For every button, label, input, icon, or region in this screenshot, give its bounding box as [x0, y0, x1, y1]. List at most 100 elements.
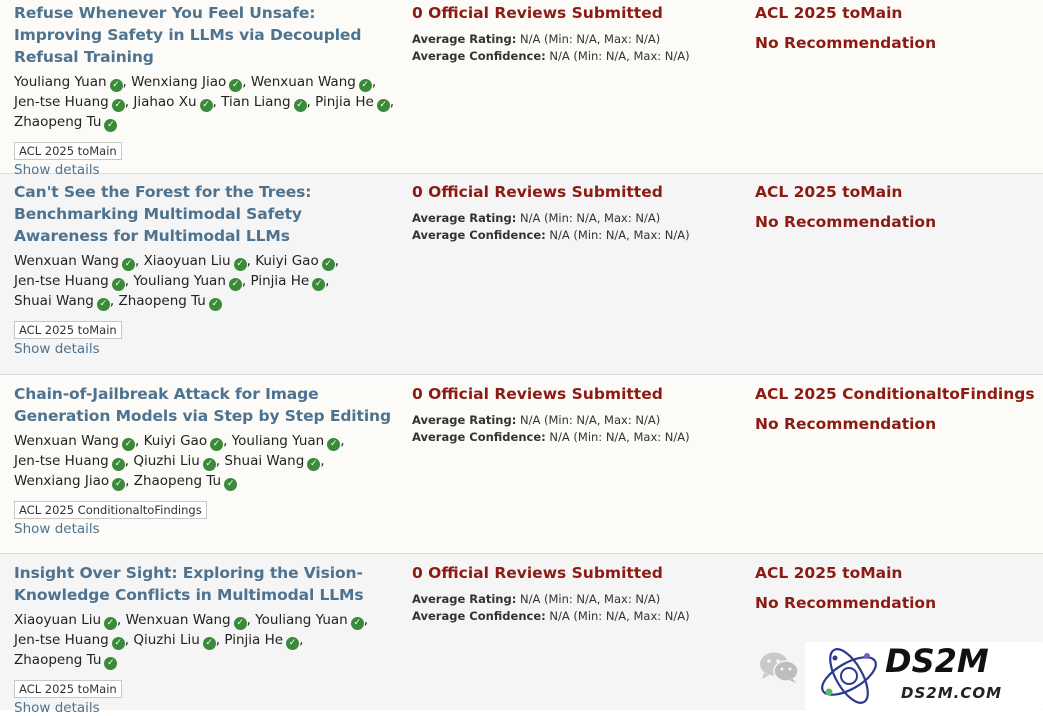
author-link[interactable]: Youliang Yuan ✓: [255, 612, 364, 630]
venue-tag: ACL 2025 ConditionaltoFindings: [14, 501, 207, 519]
verified-check-icon: ✓: [104, 657, 118, 670]
author-name: Wenxuan Wang: [125, 612, 231, 628]
author-name: Shuai Wang: [14, 293, 94, 309]
author-name: Zhaopeng Tu: [118, 293, 206, 309]
verified-check-icon: ✓: [228, 278, 242, 291]
show-details-link[interactable]: Show details: [14, 341, 399, 357]
author-link[interactable]: Zhaopeng Tu ✓: [14, 114, 118, 132]
author-name: Youliang Yuan: [231, 433, 325, 449]
author-link[interactable]: Wenxuan Wang ✓: [14, 253, 135, 271]
author-link[interactable]: Wenxiang Jiao ✓: [131, 74, 243, 92]
author-link[interactable]: Jen-tse Huang ✓: [14, 273, 125, 291]
author-link[interactable]: Zhaopeng Tu ✓: [133, 473, 238, 491]
author-link[interactable]: Shuai Wang ✓: [224, 453, 321, 471]
review-stats: Average Rating: N/A (Min: N/A, Max: N/A)…: [412, 210, 742, 244]
confidence-label: Average Confidence:: [412, 430, 546, 444]
verified-check-icon: ✓: [96, 298, 110, 311]
author-link[interactable]: Qiuzhi Liu ✓: [133, 453, 216, 471]
venue-decision: ACL 2025 toMain: [755, 564, 903, 582]
author-link[interactable]: Youliang Yuan ✓: [231, 433, 341, 451]
verified-check-icon: ✓: [121, 258, 135, 271]
author-name: Tian Liang: [221, 94, 291, 110]
paper-row: Refuse Whenever You Feel Unsafe: Improvi…: [0, 0, 1043, 178]
author-name: Wenxuan Wang: [250, 74, 356, 90]
author-link[interactable]: Wenxuan Wang ✓: [250, 74, 372, 92]
author-link[interactable]: Wenxuan Wang ✓: [125, 612, 247, 630]
verified-check-icon: ✓: [202, 458, 216, 471]
verified-check-icon: ✓: [293, 99, 307, 112]
verified-check-icon: ✓: [224, 478, 238, 491]
ds2m-logo: DS2M DS2M.COM: [821, 642, 1001, 704]
verified-check-icon: ✓: [104, 617, 118, 630]
show-details-link[interactable]: Show details: [14, 700, 399, 716]
wechat-icon: [760, 652, 799, 683]
author-name: Qiuzhi Liu: [133, 632, 200, 648]
review-stats: Average Rating: N/A (Min: N/A, Max: N/A)…: [412, 412, 742, 446]
author-link[interactable]: Jiahao Xu ✓: [133, 94, 213, 112]
verified-check-icon: ✓: [104, 119, 118, 132]
author-link[interactable]: Tian Liang ✓: [221, 94, 307, 112]
author-name: Jen-tse Huang: [14, 632, 109, 648]
verified-check-icon: ✓: [111, 458, 125, 471]
author-link[interactable]: Shuai Wang ✓: [14, 293, 110, 311]
venue-tag: ACL 2025 toMain: [14, 142, 122, 160]
author-name: Youliang Yuan: [14, 74, 107, 90]
author-link[interactable]: Pinjia He ✓: [315, 94, 390, 112]
rating-value: N/A (Min: N/A, Max: N/A): [519, 592, 661, 606]
author-link[interactable]: Youliang Yuan ✓: [14, 74, 123, 92]
ds2m-watermark: DS2M DS2M.COM: [805, 642, 1043, 710]
author-link[interactable]: Youliang Yuan ✓: [133, 273, 242, 291]
author-link[interactable]: Xiaoyuan Liu ✓: [144, 253, 247, 271]
author-list: Youliang Yuan ✓, Wenxiang Jiao ✓, Wenxuan …: [14, 74, 395, 132]
venue-tag: ACL 2025 toMain: [14, 321, 122, 339]
author-link[interactable]: Jen-tse Huang ✓: [14, 94, 125, 112]
author-link[interactable]: Kuiyi Gao ✓: [144, 433, 224, 451]
author-name: Pinjia He: [224, 632, 284, 648]
reviews-count: 0 Official Reviews Submitted: [412, 385, 663, 403]
confidence-value: N/A (Min: N/A, Max: N/A): [549, 228, 690, 242]
paper-title-link[interactable]: Can't See the Forest for the Trees: Benc…: [14, 181, 399, 247]
author-link[interactable]: Zhaopeng Tu ✓: [14, 652, 118, 670]
author-list: Xiaoyuan Liu ✓, Wenxuan Wang ✓, Youliang Y…: [14, 612, 369, 670]
verified-check-icon: ✓: [199, 99, 213, 112]
author-name: Wenxiang Jiao: [14, 473, 110, 489]
author-list: Wenxuan Wang ✓, Xiaoyuan Liu ✓, Kuiyi Gao ✓…: [14, 253, 339, 311]
rating-label: Average Rating:: [412, 413, 517, 427]
reviews-count: 0 Official Reviews Submitted: [412, 564, 663, 582]
author-name: Jen-tse Huang: [14, 273, 109, 289]
rating-label: Average Rating:: [412, 32, 517, 46]
author-name: Shuai Wang: [224, 453, 305, 469]
show-details-link[interactable]: Show details: [14, 521, 399, 537]
verified-check-icon: ✓: [112, 478, 126, 491]
paper-row: Chain-of-Jailbreak Attack for Image Gene…: [0, 375, 1043, 554]
reviews-count: 0 Official Reviews Submitted: [412, 183, 663, 201]
verified-check-icon: ✓: [286, 637, 300, 650]
verified-check-icon: ✓: [233, 258, 247, 271]
author-link[interactable]: Zhaopeng Tu ✓: [118, 293, 222, 311]
recommendation: No Recommendation: [755, 415, 937, 433]
venue-decision: ACL 2025 toMain: [755, 183, 903, 201]
rating-label: Average Rating:: [412, 211, 517, 225]
author-link[interactable]: Jen-tse Huang ✓: [14, 632, 125, 650]
author-link[interactable]: Jen-tse Huang ✓: [14, 453, 125, 471]
author-link[interactable]: Kuiyi Gao ✓: [255, 253, 335, 271]
paper-title-link[interactable]: Insight Over Sight: Exploring the Vision…: [14, 562, 399, 606]
author-name: Wenxiang Jiao: [131, 74, 227, 90]
author-link[interactable]: Wenxuan Wang ✓: [14, 433, 135, 451]
review-stats: Average Rating: N/A (Min: N/A, Max: N/A)…: [412, 31, 742, 65]
author-link[interactable]: Xiaoyuan Liu ✓: [14, 612, 118, 630]
author-name: Zhaopeng Tu: [133, 473, 222, 489]
author-link[interactable]: Pinjia He ✓: [250, 273, 326, 291]
author-name: Wenxuan Wang: [14, 433, 119, 449]
rating-value: N/A (Min: N/A, Max: N/A): [519, 211, 661, 225]
confidence-label: Average Confidence:: [412, 49, 546, 63]
author-link[interactable]: Wenxiang Jiao ✓: [14, 473, 126, 491]
author-link[interactable]: Pinjia He ✓: [224, 632, 300, 650]
confidence-label: Average Confidence:: [412, 228, 546, 242]
paper-title-link[interactable]: Chain-of-Jailbreak Attack for Image Gene…: [14, 383, 399, 427]
paper-title-link[interactable]: Refuse Whenever You Feel Unsafe: Improvi…: [14, 2, 399, 68]
confidence-label: Average Confidence:: [412, 609, 546, 623]
author-link[interactable]: Qiuzhi Liu ✓: [133, 632, 216, 650]
venue-tag: ACL 2025 toMain: [14, 680, 122, 698]
verified-check-icon: ✓: [233, 617, 247, 630]
